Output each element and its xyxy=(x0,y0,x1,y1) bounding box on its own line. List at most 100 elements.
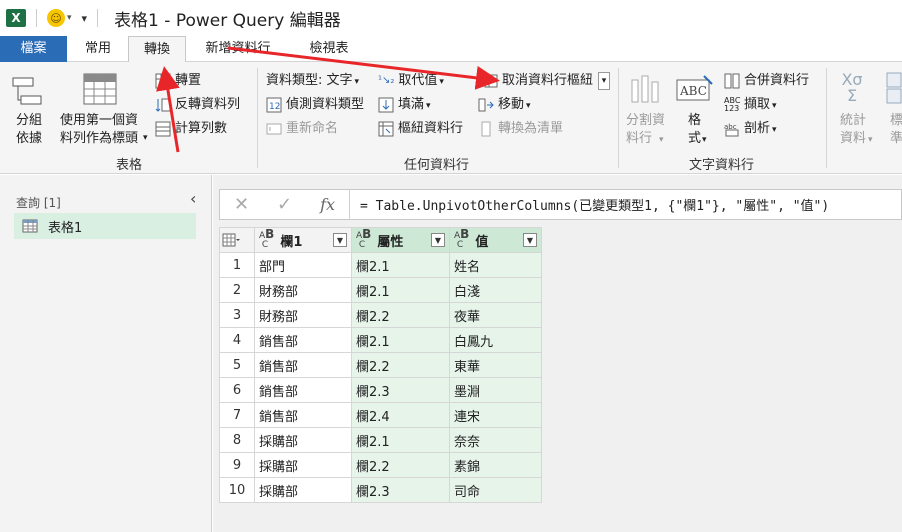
row-number[interactable]: 2 xyxy=(219,277,255,303)
table-cell[interactable]: 銷售部 xyxy=(254,327,352,353)
format-button[interactable]: ABC xyxy=(676,74,718,104)
count-rows-button[interactable]: 計算列數 xyxy=(155,120,227,137)
table-cell[interactable]: 連宋 xyxy=(449,402,542,428)
fill-button[interactable]: 填滿 ▾ xyxy=(378,96,431,115)
pivot-column-button[interactable]: 樞紐資料行 xyxy=(378,120,463,137)
table-cell[interactable]: 欄2.2 xyxy=(351,352,450,378)
parse-button[interactable]: abc 剖析 ▾ xyxy=(724,120,777,139)
table-cell[interactable]: 欄2.1 xyxy=(351,427,450,453)
table-cell[interactable]: 欄2.3 xyxy=(351,477,450,503)
table-cell[interactable]: 司命 xyxy=(449,477,542,503)
cancel-icon[interactable]: ✕ xyxy=(234,194,249,215)
standard-label[interactable]: 標 準 xyxy=(890,112,902,148)
table-cell[interactable]: 白鳳九 xyxy=(449,327,542,353)
table-cell[interactable]: 奈奈 xyxy=(449,427,542,453)
extract-button[interactable]: ABC 123 擷取 ▾ xyxy=(724,96,777,115)
table-cell[interactable]: 欄2.2 xyxy=(351,452,450,478)
filter-dropdown-icon[interactable]: ▼ xyxy=(431,233,445,247)
transpose-button[interactable]: 轉置 xyxy=(155,72,201,89)
format-label[interactable]: 格 式 xyxy=(688,112,701,148)
row-number[interactable]: 9 xyxy=(219,452,255,478)
table-cell[interactable]: 銷售部 xyxy=(254,352,352,378)
column-header-col1[interactable]: AB C 欄1 ▼ xyxy=(254,227,352,253)
statistics-button[interactable]: Xσ Σ xyxy=(836,72,872,104)
table-cell[interactable]: 欄2.3 xyxy=(351,377,450,403)
format-dropdown-icon[interactable]: ▾ xyxy=(702,132,707,149)
table-row[interactable]: 2 財務部 欄2.1 白淺 xyxy=(219,277,542,303)
table-cell[interactable]: 東華 xyxy=(449,352,542,378)
smiley-feedback-icon[interactable]: ☺ xyxy=(47,9,65,27)
collapse-pane-icon[interactable]: ‹ xyxy=(190,189,196,208)
feedback-dropdown-icon[interactable]: ▾ xyxy=(67,13,72,23)
statistics-label[interactable]: 統計 資料 xyxy=(840,112,866,148)
replace-values-button[interactable]: ¹↘₂ 取代值 ▾ xyxy=(378,72,444,91)
confirm-icon[interactable]: ✓ xyxy=(277,194,292,215)
table-cell[interactable]: 採購部 xyxy=(254,452,352,478)
table-cell[interactable]: 素錦 xyxy=(449,452,542,478)
tab-transform[interactable]: 轉換 xyxy=(128,36,186,63)
tab-home[interactable]: 常用 xyxy=(68,36,128,62)
unpivot-columns-button[interactable]: 取消資料行樞紐 xyxy=(484,72,593,89)
column-header-value[interactable]: AB C 值 ▼ xyxy=(449,227,542,253)
use-first-row-dropdown-icon[interactable]: ▾ xyxy=(143,130,148,147)
table-cell[interactable]: 欄2.1 xyxy=(351,327,450,353)
formula-text[interactable]: = Table.UnpivotOtherColumns(已變更類型1, {"欄1… xyxy=(350,195,829,214)
table-menu-button[interactable] xyxy=(219,227,255,253)
group-by-label[interactable]: 分組 依據 xyxy=(16,112,42,148)
filter-dropdown-icon[interactable]: ▼ xyxy=(333,233,347,247)
rename-button[interactable]: 重新命名 xyxy=(266,120,338,137)
table-cell[interactable]: 姓名 xyxy=(449,252,542,278)
standard-button[interactable] xyxy=(886,72,902,104)
group-by-button[interactable] xyxy=(10,74,48,110)
table-cell[interactable]: 財務部 xyxy=(254,277,352,303)
tab-add-column[interactable]: 新增資料行 xyxy=(190,36,286,62)
row-number[interactable]: 8 xyxy=(219,427,255,453)
table-cell[interactable]: 白淺 xyxy=(449,277,542,303)
row-number[interactable]: 3 xyxy=(219,302,255,328)
table-cell[interactable]: 部門 xyxy=(254,252,352,278)
text-type-icon[interactable]: AB C xyxy=(259,228,274,250)
table-cell[interactable]: 欄2.4 xyxy=(351,402,450,428)
table-row[interactable]: 6 銷售部 欄2.3 墨淵 xyxy=(219,377,542,403)
table-row[interactable]: 10 採購部 欄2.3 司命 xyxy=(219,477,542,503)
row-number[interactable]: 6 xyxy=(219,377,255,403)
table-row[interactable]: 4 銷售部 欄2.1 白鳳九 xyxy=(219,327,542,353)
data-type-dropdown[interactable]: 資料類型: 文字 ▾ xyxy=(266,72,359,91)
row-number[interactable]: 5 xyxy=(219,352,255,378)
unpivot-dropdown-icon[interactable]: ▾ xyxy=(598,72,610,90)
table-cell[interactable]: 銷售部 xyxy=(254,402,352,428)
table-row[interactable]: 1 部門 欄2.1 姓名 xyxy=(219,252,542,278)
row-number[interactable]: 10 xyxy=(219,477,255,503)
row-number[interactable]: 7 xyxy=(219,402,255,428)
row-number[interactable]: 4 xyxy=(219,327,255,353)
table-cell[interactable]: 採購部 xyxy=(254,427,352,453)
filter-dropdown-icon[interactable]: ▼ xyxy=(523,233,537,247)
table-cell[interactable]: 欄2.1 xyxy=(351,277,450,303)
table-cell[interactable]: 財務部 xyxy=(254,302,352,328)
fx-icon[interactable]: fx xyxy=(320,195,335,214)
text-type-icon[interactable]: AB C xyxy=(454,228,469,250)
convert-to-list-button[interactable]: 轉換為清單 xyxy=(478,120,563,137)
table-row[interactable]: 7 銷售部 欄2.4 連宋 xyxy=(219,402,542,428)
quick-access-dropdown-icon[interactable]: ▾ xyxy=(82,12,88,25)
detect-data-type-button[interactable]: 12 偵測資料類型 xyxy=(266,96,364,113)
use-first-row-headers-label[interactable]: 使用第一個資 料列作為標頭 xyxy=(60,112,138,148)
row-number[interactable]: 1 xyxy=(219,252,255,278)
move-button[interactable]: 移動 ▾ xyxy=(478,96,531,115)
reverse-rows-button[interactable]: 反轉資料列 xyxy=(155,96,240,113)
statistics-dropdown-icon[interactable]: ▾ xyxy=(868,132,873,149)
table-cell[interactable]: 夜華 xyxy=(449,302,542,328)
tab-file[interactable]: 檔案 xyxy=(0,36,67,62)
query-item[interactable]: 表格1 xyxy=(14,213,196,239)
table-row[interactable]: 3 財務部 欄2.2 夜華 xyxy=(219,302,542,328)
split-column-button[interactable] xyxy=(630,72,668,106)
table-cell[interactable]: 欄2.1 xyxy=(351,252,450,278)
table-cell[interactable]: 銷售部 xyxy=(254,377,352,403)
table-row[interactable]: 8 採購部 欄2.1 奈奈 xyxy=(219,427,542,453)
table-cell[interactable]: 採購部 xyxy=(254,477,352,503)
merge-columns-button[interactable]: 合併資料行 xyxy=(724,72,809,89)
table-row[interactable]: 5 銷售部 欄2.2 東華 xyxy=(219,352,542,378)
table-row[interactable]: 9 採購部 欄2.2 素錦 xyxy=(219,452,542,478)
split-dropdown-icon[interactable]: ▾ xyxy=(659,132,664,149)
tab-view[interactable]: 檢視表 xyxy=(294,36,364,62)
